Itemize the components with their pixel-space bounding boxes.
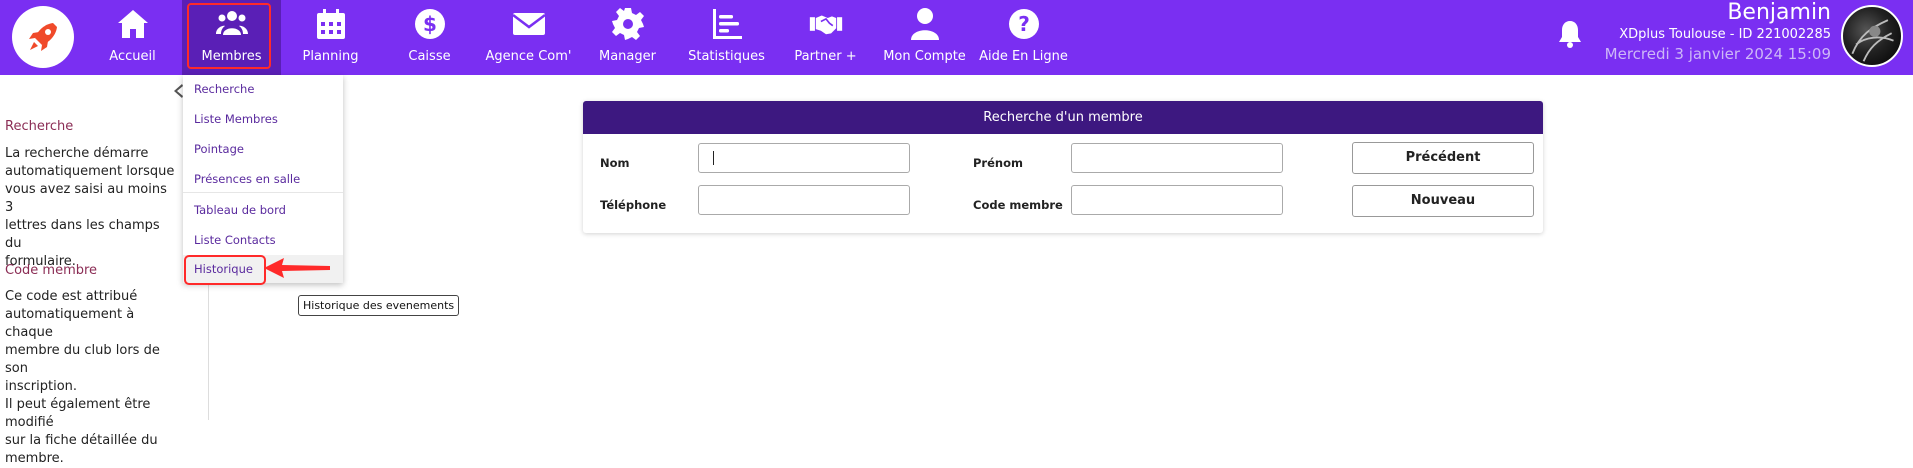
nav-agence-com[interactable]: Agence Com' bbox=[479, 0, 578, 75]
prenom-input[interactable] bbox=[1071, 143, 1283, 173]
help-text-recherche: La recherche démarre automatiquement lor… bbox=[5, 145, 175, 271]
question-icon: ? bbox=[1005, 6, 1043, 42]
help-line: lettres dans les champs du bbox=[5, 218, 160, 251]
help-line: automatiquement à chaque bbox=[5, 307, 135, 340]
red-arrow-annotation bbox=[264, 258, 330, 278]
help-line: La recherche démarre bbox=[5, 146, 149, 161]
nav-statistiques[interactable]: Statistiques bbox=[677, 0, 776, 75]
help-line: Il peut également être modifié bbox=[5, 397, 151, 430]
nav-mon-compte[interactable]: Mon Compte bbox=[875, 0, 974, 75]
nav-label: Membres bbox=[201, 49, 262, 64]
dollar-icon: $ bbox=[411, 6, 449, 42]
tooltip: Historique des evenements bbox=[298, 295, 460, 316]
nav-partner[interactable]: Partner + bbox=[776, 0, 875, 75]
notifications-bell[interactable] bbox=[1557, 19, 1587, 53]
nav-planning[interactable]: Planning bbox=[281, 0, 380, 75]
nav-label: Partner + bbox=[794, 49, 857, 64]
nom-label: Nom bbox=[600, 156, 630, 170]
top-bar: Accueil Membres Planning $ Caisse Agence… bbox=[0, 0, 1913, 75]
card-title: Recherche d'un membre bbox=[583, 101, 1543, 134]
nav-caisse[interactable]: $ Caisse bbox=[380, 0, 479, 75]
dropdown-item-tableau-de-bord[interactable]: Tableau de bord bbox=[183, 196, 343, 224]
nav-label: Statistiques bbox=[688, 49, 765, 64]
nav-accueil[interactable]: Accueil bbox=[83, 0, 182, 75]
help-line: inscription. bbox=[5, 379, 78, 394]
calendar-icon bbox=[312, 6, 350, 42]
envelope-icon bbox=[510, 6, 548, 42]
help-line: automatiquement lorsque bbox=[5, 164, 175, 179]
nav-aide-en-ligne[interactable]: ? Aide En Ligne bbox=[974, 0, 1073, 75]
user-name: Benjamin bbox=[1727, 0, 1831, 25]
nav-label: Aide En Ligne bbox=[979, 49, 1068, 64]
help-line: membre du club lors de son bbox=[5, 343, 160, 376]
avatar[interactable] bbox=[1841, 5, 1903, 67]
code-membre-label: Code membre bbox=[973, 198, 1063, 212]
text-cursor bbox=[713, 150, 714, 165]
prenom-label: Prénom bbox=[973, 156, 1023, 170]
code-membre-input[interactable] bbox=[1071, 185, 1283, 215]
rocket-icon bbox=[29, 23, 57, 51]
help-text-code-membre: Ce code est attribué automatiquement à c… bbox=[5, 288, 175, 468]
nav-membres[interactable]: Membres bbox=[182, 0, 281, 75]
help-line: membre. bbox=[5, 451, 64, 466]
telephone-label: Téléphone bbox=[600, 198, 667, 212]
club-id: XDplus Toulouse - ID 221002285 bbox=[1619, 27, 1831, 42]
current-date: Mercredi 3 janvier 2024 15:09 bbox=[1604, 45, 1831, 63]
nav-label: Planning bbox=[302, 49, 359, 64]
nav-manager[interactable]: Manager bbox=[578, 0, 677, 75]
nav-label: Manager bbox=[599, 49, 656, 64]
nav-label: Mon Compte bbox=[883, 49, 966, 64]
nav-label: Agence Com' bbox=[485, 49, 572, 64]
bell-icon bbox=[1559, 21, 1581, 48]
user-info: Benjamin XDplus Toulouse - ID 221002285 … bbox=[1605, 0, 1831, 64]
help-panel: Recherche La recherche démarre automatiq… bbox=[0, 75, 209, 466]
precedent-button[interactable]: Précédent bbox=[1352, 142, 1534, 174]
help-line: vous avez saisi au moins 3 bbox=[5, 182, 167, 215]
nav-label: Accueil bbox=[109, 49, 156, 64]
member-search-card: Recherche d'un membre Nom Prénom Précéde… bbox=[583, 101, 1543, 233]
membres-dropdown: Recherche Liste Membres Pointage Présenc… bbox=[183, 75, 343, 285]
help-line: sur la fiche détaillée du bbox=[5, 433, 158, 448]
home-icon bbox=[114, 6, 152, 42]
svg-text:?: ? bbox=[1018, 12, 1030, 36]
nouveau-button[interactable]: Nouveau bbox=[1352, 185, 1534, 217]
dropdown-item-recherche[interactable]: Recherche bbox=[183, 75, 343, 103]
nav-label: Caisse bbox=[408, 49, 451, 64]
gear-icon bbox=[609, 6, 647, 42]
dropdown-divider bbox=[183, 192, 343, 193]
dropdown-item-liste-membres[interactable]: Liste Membres bbox=[183, 105, 343, 133]
dropdown-item-presences[interactable]: Présences en salle bbox=[183, 165, 343, 193]
dropdown-item-pointage[interactable]: Pointage bbox=[183, 135, 343, 163]
handshake-icon bbox=[807, 6, 845, 42]
user-icon bbox=[906, 6, 944, 42]
help-title-recherche: Recherche bbox=[5, 119, 74, 134]
svg-text:$: $ bbox=[423, 12, 437, 36]
main-nav: Accueil Membres Planning $ Caisse Agence… bbox=[83, 0, 1073, 75]
app-logo[interactable] bbox=[12, 6, 74, 68]
users-icon bbox=[213, 6, 251, 42]
dropdown-item-liste-contacts[interactable]: Liste Contacts bbox=[183, 226, 343, 254]
help-title-code-membre: Code membre bbox=[5, 263, 98, 278]
chart-icon bbox=[708, 6, 746, 42]
help-line: Ce code est attribué bbox=[5, 289, 138, 304]
nom-input[interactable] bbox=[698, 143, 910, 173]
telephone-input[interactable] bbox=[698, 185, 910, 215]
